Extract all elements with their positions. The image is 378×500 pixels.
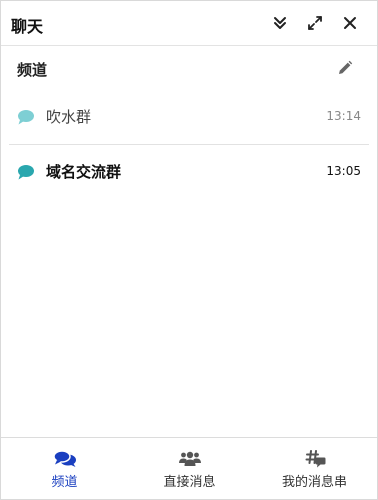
chat-bubble-icon	[18, 110, 34, 125]
chat-header: 聊天	[1, 1, 377, 46]
divider	[9, 144, 369, 145]
collapse-button[interactable]	[269, 12, 291, 34]
edit-channels-button[interactable]	[335, 58, 355, 78]
threads-icon	[305, 450, 325, 468]
channels-section-header: 频道	[1, 46, 377, 90]
channel-name: 域名交流群	[46, 163, 122, 181]
bottom-tab-bar: 频道 直接消息 我的消息串	[1, 437, 377, 499]
tab-channels[interactable]: 频道	[2, 438, 127, 499]
channel-time: 13:14	[326, 109, 361, 123]
tab-label: 直接消息	[163, 475, 216, 490]
chat-bubble-icon	[18, 165, 34, 180]
double-chevron-down-icon	[274, 17, 286, 29]
chat-title: 聊天	[11, 17, 44, 36]
users-icon	[178, 451, 201, 466]
tab-direct-messages[interactable]: 直接消息	[127, 438, 252, 499]
expand-button[interactable]	[304, 12, 326, 34]
tab-label: 频道	[51, 475, 78, 490]
close-icon	[344, 17, 356, 29]
chat-bubbles-icon	[52, 450, 76, 467]
close-button[interactable]	[339, 12, 361, 34]
channel-time: 13:05	[326, 164, 361, 178]
pencil-icon	[339, 60, 353, 74]
expand-arrows-icon	[308, 16, 322, 30]
channel-item[interactable]: 域名交流群 13:05	[1, 146, 377, 198]
channels-section-label: 频道	[17, 61, 48, 79]
tab-my-threads[interactable]: 我的消息串	[252, 438, 377, 499]
chat-panel: 聊天 频道 吹水群 13:14 域名交流群 13:05 频道 直接消息 我的消息…	[0, 0, 378, 500]
tab-label: 我的消息串	[281, 475, 347, 490]
channel-item[interactable]: 吹水群 13:14	[1, 91, 377, 143]
channel-name: 吹水群	[46, 108, 92, 126]
